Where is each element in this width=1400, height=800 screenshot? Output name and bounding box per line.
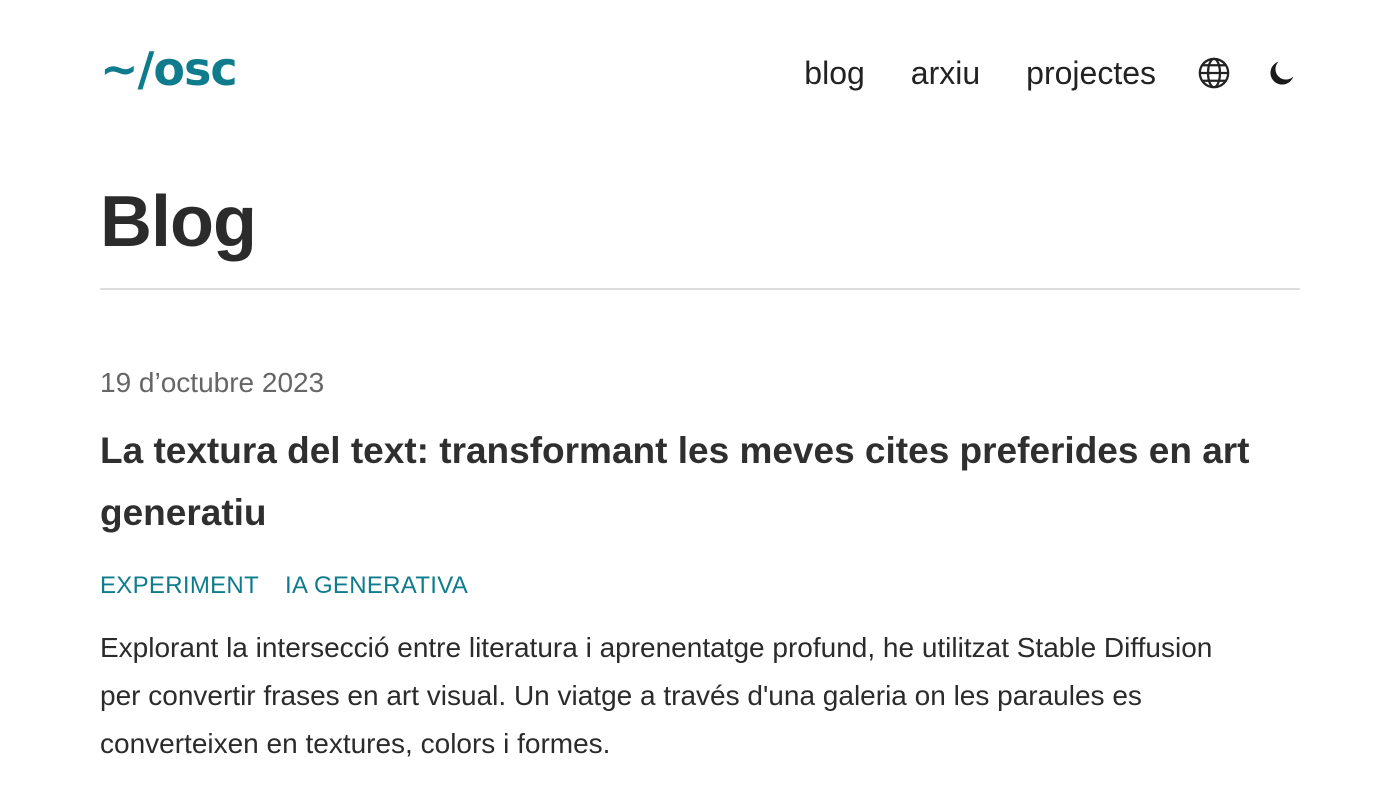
nav-item-arxiu[interactable]: arxiu [911,55,980,92]
post-tags: EXPERIMENT IA GENERATIVA [100,572,1300,600]
post-summary: 19 d’octubre 2023 La textura del text: t… [100,366,1300,768]
main-nav: blog arxiu projectes [804,55,1300,92]
site-logo[interactable]: ~/osc [100,46,238,92]
post-excerpt: Explorant la intersecció entre literatur… [100,631,1213,759]
page-title: Blog [100,182,257,262]
nav-item-blog[interactable]: blog [804,55,865,92]
theme-toggle-button[interactable] [1264,55,1300,91]
post-title: La textura del text: transformant les me… [100,420,1300,544]
moon-icon [1270,61,1294,85]
site-header: ~/osc blog arxiu projectes [100,38,1300,108]
tag-experiment[interactable]: EXPERIMENT [100,572,259,600]
post-date: 19 d’octubre 2023 [100,367,325,398]
post-title-link[interactable]: La textura del text: transformant les me… [100,430,1250,533]
divider [100,288,1300,290]
page: ~/osc blog arxiu projectes Blog 19 d’oct… [0,0,1400,800]
tag-ia-generativa[interactable]: IA GENERATIVA [285,572,468,600]
globe-icon [1198,57,1230,89]
language-button[interactable] [1196,55,1232,91]
nav-item-projectes[interactable]: projectes [1026,55,1156,92]
